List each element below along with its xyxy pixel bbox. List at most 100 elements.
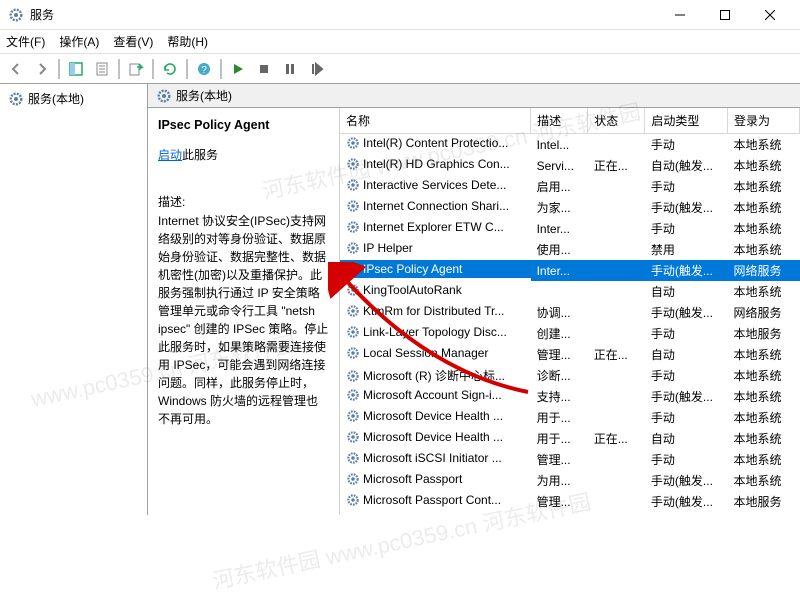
description-text: Internet 协议安全(IPSec)支持网络级别的对等身份验证、数据原始身份… xyxy=(158,212,329,428)
gear-icon xyxy=(346,283,360,297)
col-desc[interactable]: 描述 xyxy=(531,108,588,134)
service-desc: 诊断... xyxy=(531,365,588,386)
col-status[interactable]: 状态 xyxy=(588,108,645,134)
restart-service-button[interactable] xyxy=(304,57,328,81)
col-startup[interactable]: 启动类型 xyxy=(645,108,728,134)
menu-action[interactable]: 操作(A) xyxy=(59,33,99,50)
service-logon: 本地系统 xyxy=(727,281,799,302)
menubar: 文件(F) 操作(A) 查看(V) 帮助(H) xyxy=(0,30,800,54)
service-status xyxy=(588,323,645,344)
service-row[interactable]: Link-Layer Topology Disc...创建...手动本地服务 xyxy=(340,323,800,344)
service-startup: 手动(触发... xyxy=(645,197,728,218)
service-row[interactable]: Internet Connection Shari...为家...手动(触发..… xyxy=(340,197,800,218)
back-button[interactable] xyxy=(4,57,28,81)
service-status xyxy=(588,470,645,491)
nav-item-services-local[interactable]: 服务(本地) xyxy=(4,88,143,109)
service-status xyxy=(588,281,645,302)
service-row[interactable]: Internet Explorer ETW C...Inter...手动本地系统 xyxy=(340,218,800,239)
svg-text:?: ? xyxy=(201,65,207,76)
description-label: 描述: xyxy=(158,193,329,210)
menu-help[interactable]: 帮助(H) xyxy=(167,33,208,50)
properties-button[interactable] xyxy=(90,57,114,81)
service-desc: 管理... xyxy=(531,491,588,512)
service-name: Intel(R) Content Protectio... xyxy=(363,136,508,150)
pause-service-button[interactable] xyxy=(278,57,302,81)
export-button[interactable] xyxy=(124,57,148,81)
start-service-button[interactable] xyxy=(226,57,250,81)
service-status: 正在... xyxy=(588,428,645,449)
refresh-button[interactable] xyxy=(158,57,182,81)
service-logon: 本地系统 xyxy=(727,386,799,407)
close-button[interactable] xyxy=(747,1,792,29)
minimize-button[interactable] xyxy=(657,1,702,29)
show-hide-button[interactable] xyxy=(64,57,88,81)
service-status xyxy=(588,365,645,386)
service-startup: 手动 xyxy=(645,449,728,470)
service-logon: 本地系统 xyxy=(727,134,799,156)
service-status xyxy=(588,239,645,260)
services-grid[interactable]: 名称 描述 状态 启动类型 登录为 Intel(R) Content Prote… xyxy=(340,108,800,515)
service-row[interactable]: Microsoft Device Health ...用于...手动本地系统 xyxy=(340,407,800,428)
service-logon: 网络服务 xyxy=(727,302,799,323)
help-button[interactable]: ? xyxy=(192,57,216,81)
gear-icon xyxy=(346,136,360,150)
service-startup: 禁用 xyxy=(645,239,728,260)
service-desc: 为家... xyxy=(531,197,588,218)
gear-icon xyxy=(346,178,360,192)
service-startup: 自动 xyxy=(645,344,728,365)
service-row[interactable]: Intel(R) HD Graphics Con...Servi...正在...… xyxy=(340,155,800,176)
service-row[interactable]: Local Session Manager管理...正在...自动本地系统 xyxy=(340,344,800,365)
service-row[interactable]: IPsec Policy AgentInter...手动(触发...网络服务 xyxy=(340,260,800,281)
col-logon[interactable]: 登录为 xyxy=(727,108,799,134)
stop-service-button[interactable] xyxy=(252,57,276,81)
service-row[interactable]: Microsoft Device Health ...用于...正在...自动本… xyxy=(340,428,800,449)
content-header: 服务(本地) xyxy=(148,84,800,108)
service-name: Microsoft Device Health ... xyxy=(363,430,503,444)
service-desc: 创建... xyxy=(531,323,588,344)
start-service-link[interactable]: 启动 xyxy=(158,148,182,162)
service-name: Link-Layer Topology Disc... xyxy=(363,325,507,339)
service-status xyxy=(588,134,645,156)
col-name[interactable]: 名称 xyxy=(340,108,531,134)
service-status xyxy=(588,449,645,470)
service-logon: 本地系统 xyxy=(727,155,799,176)
service-logon: 网络服务 xyxy=(727,260,799,281)
service-row[interactable]: Microsoft iSCSI Initiator ...管理...手动本地系统 xyxy=(340,449,800,470)
service-row[interactable]: Microsoft Account Sign-i...支持...手动(触发...… xyxy=(340,386,800,407)
service-desc: Inter... xyxy=(531,218,588,239)
service-row[interactable]: Microsoft (R) 诊断中心标...诊断...手动本地系统 xyxy=(340,365,800,386)
detail-pane: IPsec Policy Agent 启动此服务 描述: Internet 协议… xyxy=(148,108,340,515)
menu-view[interactable]: 查看(V) xyxy=(113,33,153,50)
service-startup: 自动(触发... xyxy=(645,155,728,176)
service-desc: 用于... xyxy=(531,407,588,428)
service-row[interactable]: Interactive Services Dete...启用...手动本地系统 xyxy=(340,176,800,197)
service-row[interactable]: Microsoft Passport为用...手动(触发...本地系统 xyxy=(340,470,800,491)
service-status xyxy=(588,407,645,428)
service-startup: 手动 xyxy=(645,218,728,239)
service-status: 正在... xyxy=(588,155,645,176)
gear-icon xyxy=(156,88,172,104)
service-row[interactable]: KtmRm for Distributed Tr...协调...手动(触发...… xyxy=(340,302,800,323)
service-desc: 支持... xyxy=(531,386,588,407)
gear-icon xyxy=(346,451,360,465)
forward-button[interactable] xyxy=(30,57,54,81)
service-name: Microsoft Passport xyxy=(363,472,462,486)
service-desc: 启用... xyxy=(531,176,588,197)
service-logon: 本地系统 xyxy=(727,197,799,218)
gear-icon xyxy=(346,472,360,486)
toolbar: ? xyxy=(0,54,800,84)
menu-file[interactable]: 文件(F) xyxy=(6,33,45,50)
service-status xyxy=(588,176,645,197)
service-row[interactable]: Intel(R) Content Protectio...Intel...手动本… xyxy=(340,134,800,156)
service-row[interactable]: KingToolAutoRank自动本地系统 xyxy=(340,281,800,302)
maximize-button[interactable] xyxy=(702,1,747,29)
gear-icon xyxy=(346,199,360,213)
service-row[interactable]: IP Helper使用...禁用本地系统 xyxy=(340,239,800,260)
gear-icon xyxy=(346,241,360,255)
service-row[interactable]: Microsoft Passport Cont...管理...手动(触发...本… xyxy=(340,491,800,512)
service-name: KtmRm for Distributed Tr... xyxy=(363,304,504,318)
service-desc: 管理... xyxy=(531,344,588,365)
service-desc xyxy=(531,281,588,302)
service-startup: 手动 xyxy=(645,323,728,344)
service-logon: 本地系统 xyxy=(727,470,799,491)
